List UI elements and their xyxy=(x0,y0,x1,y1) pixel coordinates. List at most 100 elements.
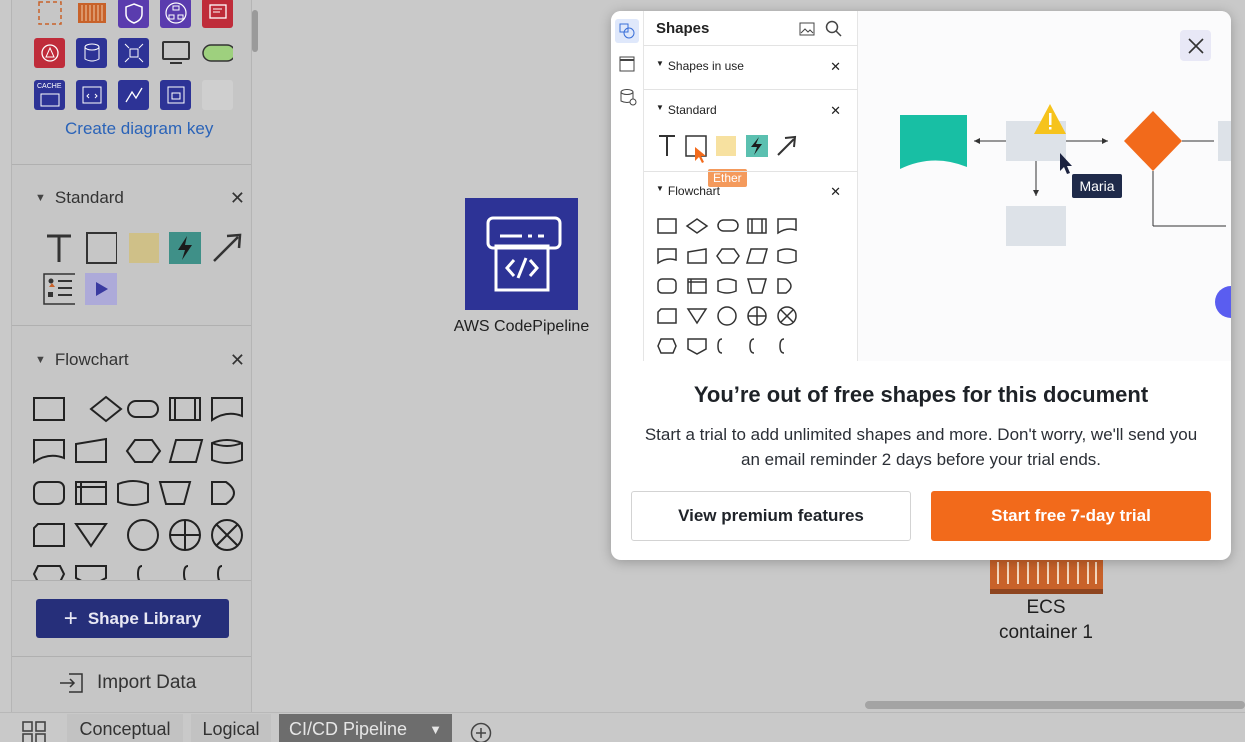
preview-data-icon xyxy=(619,88,637,111)
divider xyxy=(12,656,251,657)
decision-shape-icon xyxy=(89,395,123,423)
standard-shapes-row-2 xyxy=(43,273,117,305)
card-shape-icon xyxy=(33,523,65,547)
preview-standard-shapes xyxy=(659,135,797,157)
preview-cursor-ether xyxy=(694,146,708,169)
view-premium-features-button[interactable]: View premium features xyxy=(631,491,911,541)
plus-icon: + xyxy=(63,604,78,632)
grid-view-icon[interactable] xyxy=(22,721,46,742)
preview-section-label: Shapes in use xyxy=(667,59,744,73)
container-icon[interactable] xyxy=(76,0,107,28)
document-shape-icon xyxy=(211,397,243,422)
terminator-shape-icon[interactable] xyxy=(202,38,233,68)
hierarchy-icon[interactable] xyxy=(160,0,191,28)
dashed-frame-icon[interactable] xyxy=(34,0,65,28)
upgrade-modal: Shapes ▼ Shapes in use ✕ ▼ Standard ✕ Et… xyxy=(611,11,1231,560)
deploy-icon[interactable] xyxy=(160,80,191,110)
add-page-icon[interactable] xyxy=(470,722,492,742)
flowchart-shapes-svg xyxy=(32,395,243,580)
preview-rail xyxy=(611,11,644,361)
tab-conceptual[interactable]: Conceptual xyxy=(67,714,183,742)
ecs-label-line1: ECS xyxy=(1026,597,1066,618)
close-modal-button[interactable] xyxy=(1180,30,1211,61)
collapse-triangle-icon[interactable]: ▼ xyxy=(35,354,46,366)
pipeline-icon[interactable] xyxy=(118,80,149,110)
lightning-icon[interactable] xyxy=(169,232,201,264)
tab-logical[interactable]: Logical xyxy=(191,714,271,742)
preview-cursor-label-maria: Maria xyxy=(1079,178,1114,194)
aws-codepipeline-node[interactable] xyxy=(465,198,578,310)
connector-shape-icon xyxy=(127,519,159,551)
arrow-tool-icon[interactable] xyxy=(211,232,243,264)
preview-section-standard: ▼ Standard ✕ xyxy=(656,103,841,118)
import-data-button[interactable]: Import Data xyxy=(59,672,196,694)
shape-library-button[interactable]: + Shape Library xyxy=(36,599,229,638)
preview-diagram: Maria xyxy=(900,104,1231,318)
left-edge-strip xyxy=(0,0,11,712)
standard-section-header[interactable]: ▼ Standard ✕ xyxy=(35,186,245,210)
sticky-note-icon[interactable] xyxy=(127,232,159,264)
preview-section-label: Flowchart xyxy=(667,184,720,198)
codepipeline-icon xyxy=(486,216,561,292)
alert-icon[interactable] xyxy=(34,38,65,68)
flowchart-section-header[interactable]: ▼ Flowchart ✕ xyxy=(35,348,245,372)
data-shape-icon xyxy=(168,439,204,463)
desktop-icon[interactable] xyxy=(160,38,191,68)
collapse-triangle-icon[interactable]: ▼ xyxy=(35,192,46,204)
shield-icon[interactable] xyxy=(118,0,149,28)
ecs-container-node[interactable] xyxy=(990,560,1103,594)
database-icon[interactable] xyxy=(76,38,107,68)
import-icon xyxy=(60,673,83,693)
flowchart-shapes-grid xyxy=(12,388,251,580)
cache-icon[interactable]: CACHE xyxy=(34,80,65,110)
terminator-shape-icon xyxy=(127,400,159,418)
panel-scrollbar[interactable] xyxy=(252,10,258,52)
preview-panel-title: Shapes xyxy=(656,20,710,37)
ecs-label-line2: container 1 xyxy=(998,622,1093,643)
tab-label: Logical xyxy=(202,718,260,739)
start-free-trial-button[interactable]: Start free 7-day trial xyxy=(931,491,1211,541)
database-shape-icon xyxy=(211,439,243,464)
rectangle-shape-icon[interactable] xyxy=(85,232,117,264)
tab-dropdown-icon[interactable]: ▼ xyxy=(429,722,442,737)
text-tool-icon[interactable] xyxy=(43,232,75,264)
preview-section-shapes-in-use: ▼ Shapes in use ✕ xyxy=(656,59,841,74)
preview-image-icon xyxy=(799,21,815,42)
close-standard-section-button[interactable]: ✕ xyxy=(230,188,245,209)
shape-library-label: Shape Library xyxy=(87,608,202,628)
preparation-shape-icon xyxy=(125,439,162,463)
preview-divider xyxy=(644,89,858,90)
close-flowchart-section-button[interactable]: ✕ xyxy=(230,350,245,371)
standard-section-title: Standard xyxy=(54,188,124,207)
preview-search-icon xyxy=(825,20,843,43)
tab-label: Conceptual xyxy=(79,718,171,739)
preview-shapes-panel: Shapes ▼ Shapes in use ✕ ▼ Standard ✕ Et… xyxy=(644,11,858,361)
preview-shapes-icon xyxy=(615,19,639,43)
flowchart-section-title: Flowchart xyxy=(54,350,129,369)
create-diagram-key-link[interactable]: Create diagram key xyxy=(65,119,213,139)
multi-document-shape-icon xyxy=(33,439,65,464)
stored-data-shape-icon xyxy=(33,481,65,505)
delay-shape-icon xyxy=(211,481,235,505)
blank-tile[interactable] xyxy=(202,80,233,110)
process-shape-icon xyxy=(33,397,65,421)
close-icon xyxy=(1187,37,1204,54)
icon-row-3: CACHE xyxy=(34,80,233,110)
import-data-label: Import Data xyxy=(97,672,197,693)
manual-operation-shape-icon xyxy=(158,481,192,505)
preview-flowchart-shapes xyxy=(657,218,797,355)
canvas-horizontal-scrollbar[interactable] xyxy=(865,701,1245,709)
scaling-icon[interactable] xyxy=(118,38,149,68)
preview-section-label: Standard xyxy=(667,103,717,117)
report-icon[interactable] xyxy=(202,0,233,28)
video-play-icon[interactable] xyxy=(85,273,117,305)
list-shape-icon[interactable] xyxy=(43,273,75,305)
code-window-icon[interactable] xyxy=(76,80,107,110)
modal-body-text: Start a trial to add unlimited shapes an… xyxy=(644,425,1198,469)
preview-divider xyxy=(644,45,858,46)
tab-ci-cd-pipeline[interactable]: CI/CD Pipeline ▼ xyxy=(279,714,452,742)
feature-preview-image: Shapes ▼ Shapes in use ✕ ▼ Standard ✕ Et… xyxy=(611,11,1231,361)
icon-row-2 xyxy=(34,38,233,68)
container-icon xyxy=(990,560,1103,594)
modal-title: You’re out of free shapes for this docum… xyxy=(693,382,1149,407)
